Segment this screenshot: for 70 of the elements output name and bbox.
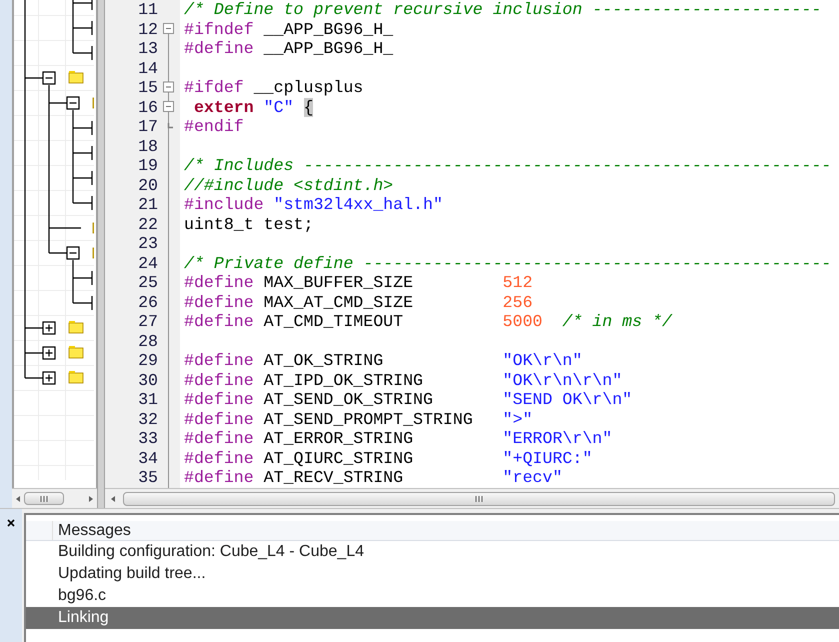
message-row[interactable]: Linking	[26, 607, 839, 629]
collapse-icon[interactable]	[66, 96, 80, 110]
line-number: 14	[137, 58, 159, 78]
line-number: 17	[137, 117, 159, 136]
collapse-icon[interactable]	[66, 246, 80, 260]
column-header: Messages	[57, 521, 131, 540]
code-line: extern "C" {	[192, 98, 314, 117]
line-number: 11	[137, 0, 159, 20]
line-number: 33	[137, 429, 159, 448]
line-number: 28	[137, 332, 159, 351]
fold-icon[interactable]	[163, 101, 174, 112]
code-line: /* Define to prevent recursive inclusion -----------------------	[183, 0, 822, 20]
line-number: 32	[137, 410, 159, 429]
fold-icon[interactable]	[163, 23, 174, 34]
expand-icon[interactable]	[42, 371, 56, 385]
scroll-right-icon[interactable]	[87, 494, 95, 502]
scrollbar-thumb[interactable]	[123, 492, 835, 506]
code-line: #define AT_SEND_PROMPT_STRING ">"	[183, 410, 533, 429]
code-line: #ifdef __cplusplus	[183, 78, 364, 98]
line-number: 27	[137, 312, 159, 332]
collapse-icon[interactable]	[42, 71, 56, 85]
code-line: #define AT_IPD_OK_STRING "OK\r\n\r\n"	[183, 370, 622, 390]
line-number: 18	[137, 136, 159, 156]
expand-icon[interactable]	[42, 321, 56, 335]
line-number: 20	[137, 176, 159, 195]
line-number: 29	[137, 351, 159, 370]
line-number: 21	[137, 195, 159, 214]
line-number: 26	[137, 292, 159, 312]
line-number: 12	[137, 20, 159, 39]
code-line: #define __APP_BG96_H_	[183, 39, 394, 58]
line-number: 30	[137, 370, 159, 390]
code-line: #define AT_QIURC_STRING "+QIURC:"	[183, 448, 592, 468]
line-number: 23	[137, 234, 159, 254]
line-number: 24	[137, 254, 159, 273]
code-line: #define AT_ERROR_STRING "ERROR\r\n"	[183, 429, 612, 448]
code-line: #define AT_CMD_TIMEOUT 5000 /* in ms */	[183, 312, 672, 332]
line-number: 31	[137, 390, 159, 410]
line-number: 35	[137, 468, 159, 488]
message-row[interactable]: bg96.c	[26, 585, 839, 607]
folder-icon	[68, 371, 84, 384]
code-line: #endif	[183, 117, 244, 136]
code-line: #include "stm32l4xx_hal.h"	[183, 195, 443, 214]
line-number: 25	[137, 273, 159, 292]
code-line: #ifndef __APP_BG96_H_	[183, 20, 394, 39]
fold-icon[interactable]	[163, 82, 174, 92]
close-icon[interactable]	[7, 519, 15, 527]
code-line: #define AT_SEND_OK_STRING "SEND OK\r\n"	[183, 390, 632, 410]
line-number: 34	[137, 448, 159, 468]
line-number: 13	[137, 39, 159, 58]
code-line: #define AT_RECV_STRING "recv"	[183, 468, 562, 488]
code-line: //#include <stdint.h>	[183, 176, 394, 195]
code-line: #define AT_OK_STRING "OK\r\n"	[183, 351, 582, 370]
line-number: 22	[137, 214, 159, 234]
folder-icon	[68, 321, 84, 334]
code-line: #define MAX_BUFFER_SIZE 512	[183, 273, 533, 292]
code-line: #define MAX_AT_CMD_SIZE 256	[183, 292, 533, 312]
scroll-left-icon[interactable]	[14, 494, 22, 502]
folder-icon	[68, 346, 84, 358]
expand-icon[interactable]	[42, 346, 56, 360]
message-row[interactable]: Updating build tree...	[26, 563, 839, 585]
message-row[interactable]: Building configuration: Cube_L4 - Cube_L4	[26, 541, 839, 563]
line-number: 16	[137, 98, 159, 117]
code-line: /* Includes -----------------------------------------------------	[183, 156, 832, 176]
code-line: /* Private define -----------------------------------------------	[183, 254, 832, 273]
scrollbar-thumb[interactable]	[24, 492, 64, 505]
line-number: 15	[137, 78, 159, 98]
code-line: uint8_t test;	[183, 214, 314, 234]
line-number: 19	[137, 156, 159, 176]
folder-icon	[68, 71, 84, 84]
scroll-left-icon[interactable]	[109, 494, 117, 502]
